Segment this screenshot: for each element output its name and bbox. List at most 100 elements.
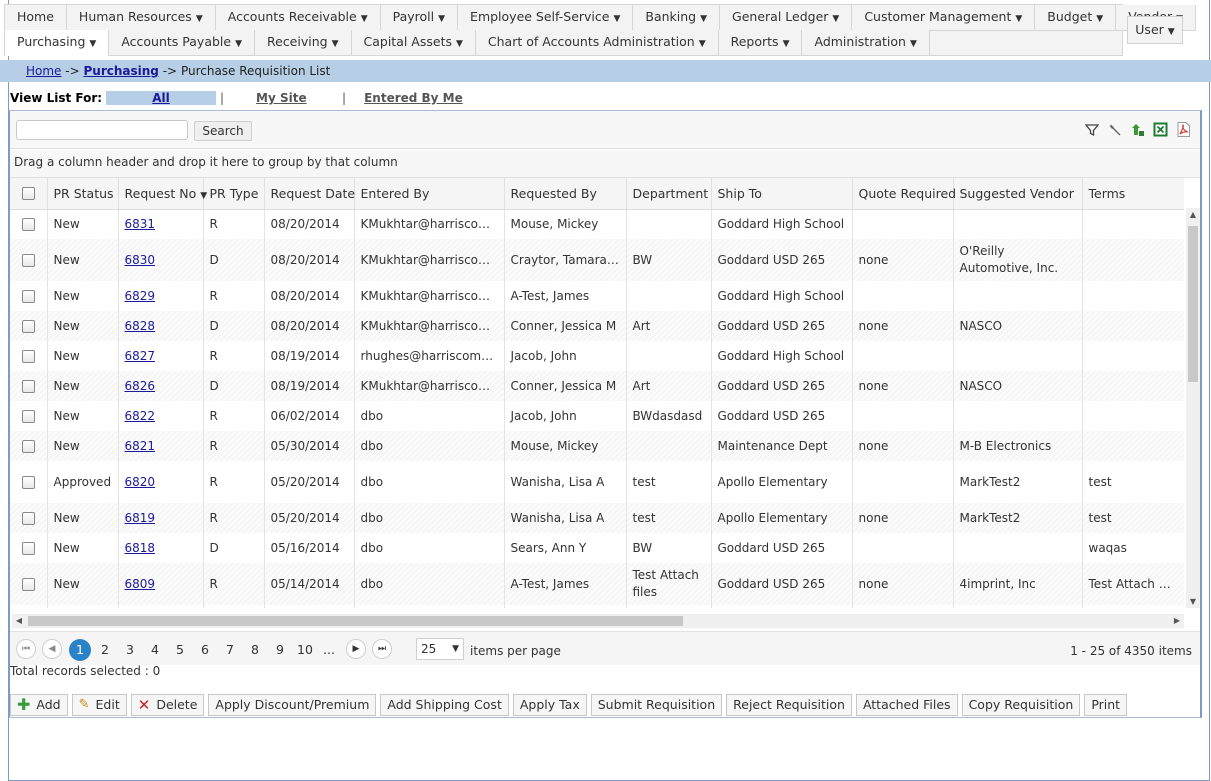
row-checkbox[interactable] — [21, 217, 35, 231]
row-checkbox[interactable] — [21, 319, 35, 333]
request-no-link[interactable]: 6819 — [125, 511, 156, 525]
items-per-page-select[interactable]: 25 ▼ — [416, 638, 464, 660]
column-header-entered-by[interactable]: Entered By — [354, 178, 505, 210]
menu-item-employee-self-service[interactable]: Employee Self-Service ▼ — [458, 5, 634, 31]
menu-item-chart-of-accounts-administration[interactable]: Chart of Accounts Administration ▼ — [475, 30, 719, 56]
scroll-up-icon[interactable]: ▲ — [1186, 210, 1200, 219]
view-entered-by-me-link[interactable]: Entered By Me — [364, 91, 463, 105]
apply-tax-button[interactable]: Apply Tax — [512, 694, 587, 716]
column-header-department[interactable]: Department — [626, 178, 712, 210]
vertical-scroll-thumb[interactable] — [1188, 226, 1198, 382]
table-row[interactable]: New 6821 R 05/30/2014 dbo Mouse, Mickey Mainte… — [10, 431, 1184, 461]
filter-icon[interactable] — [1083, 121, 1100, 138]
print-button[interactable]: Print — [1084, 694, 1128, 716]
menu-item-human-resources[interactable]: Human Resources ▼ — [66, 5, 216, 31]
column-header-pr-status[interactable]: PR Status — [47, 178, 119, 210]
table-row[interactable]: New 6822 R 06/02/2014 dbo Jacob, John BWdasdas… — [10, 401, 1184, 431]
breadcrumb-home-link[interactable]: Home — [26, 64, 61, 78]
excel-export-icon[interactable] — [1152, 121, 1169, 138]
menu-item-receiving[interactable]: Receiving ▼ — [255, 30, 352, 56]
column-header-pr-type[interactable]: PR Type — [203, 178, 265, 210]
select-all-column-header[interactable] — [10, 178, 48, 210]
request-no-link[interactable]: 6831 — [125, 217, 156, 231]
request-no-link[interactable]: 6829 — [125, 289, 156, 303]
scroll-left-icon[interactable]: ◀ — [12, 616, 26, 625]
group-by-drop-area[interactable]: Drag a column header and drop it here to… — [10, 150, 1200, 178]
row-checkbox[interactable] — [21, 541, 35, 555]
column-header-quote-required[interactable]: Quote Required — [852, 178, 956, 210]
view-my-site-link[interactable]: My Site — [256, 91, 338, 105]
column-header-suggested-vendor[interactable]: Suggested Vendor — [953, 178, 1083, 210]
add-button[interactable]: ✚ Add — [10, 694, 68, 716]
menu-item-customer-management[interactable]: Customer Management ▼ — [852, 5, 1036, 31]
row-checkbox[interactable] — [21, 511, 35, 525]
previous-page-icon[interactable]: ◀ — [42, 639, 62, 659]
page-number-button[interactable]: 5 — [169, 639, 191, 661]
column-header-request-no[interactable]: Request No ▼ — [118, 178, 207, 210]
request-no-link[interactable]: 6828 — [125, 319, 156, 333]
request-no-link[interactable]: 6821 — [125, 439, 156, 453]
column-header-requested-by[interactable]: Requested By — [504, 178, 627, 210]
menu-item-payroll[interactable]: Payroll ▼ — [380, 5, 459, 31]
copy-requisition-button[interactable]: Copy Requisition — [961, 694, 1081, 716]
menu-item-banking[interactable]: Banking ▼ — [633, 5, 721, 31]
request-no-link[interactable]: 6809 — [125, 577, 156, 591]
menu-item-budget[interactable]: Budget ▼ — [1035, 5, 1117, 31]
scroll-down-icon[interactable]: ▼ — [1186, 597, 1200, 606]
delete-button[interactable]: ✕ Delete — [130, 694, 205, 716]
apply-discount-premium-button[interactable]: Apply Discount/Premium — [208, 694, 377, 716]
wrench-icon[interactable] — [1106, 121, 1123, 138]
first-page-icon[interactable]: ⏮ — [16, 639, 36, 659]
table-row[interactable]: School Datebook...This is t... — [10, 605, 1184, 608]
menu-item-general-ledger[interactable]: General Ledger ▼ — [720, 5, 853, 31]
menu-item-accounts-receivable[interactable]: Accounts Receivable ▼ — [215, 5, 381, 31]
attached-files-button[interactable]: Attached Files — [855, 694, 958, 716]
select-all-checkbox[interactable] — [21, 186, 35, 200]
vertical-scrollbar[interactable]: ▲ ▼ — [1186, 208, 1200, 608]
request-no-link[interactable]: 6826 — [125, 379, 156, 393]
row-checkbox[interactable] — [21, 409, 35, 423]
horizontal-scroll-thumb[interactable] — [28, 616, 683, 626]
edit-button[interactable]: ✎ Edit — [71, 694, 127, 716]
table-row[interactable]: New 6818 D 05/16/2014 dbo Sears, Ann Y BW Godda… — [10, 533, 1184, 563]
next-page-icon[interactable]: ▶ — [346, 639, 366, 659]
menu-item-purchasing[interactable]: Purchasing ▼ — [5, 30, 110, 56]
menu-item-reports[interactable]: Reports ▼ — [718, 30, 803, 56]
request-no-link[interactable]: 6820 — [125, 475, 156, 489]
table-row[interactable]: New 6827 R 08/19/2014 rhughes@harriscompu...… — [10, 341, 1184, 371]
row-checkbox[interactable] — [21, 289, 35, 303]
add-shipping-cost-button[interactable]: Add Shipping Cost — [380, 694, 509, 716]
menu-item-accounts-payable[interactable]: Accounts Payable ▼ — [109, 30, 255, 56]
breadcrumb-purchasing-link[interactable]: Purchasing — [83, 64, 158, 78]
page-number-button[interactable]: 7 — [219, 639, 241, 661]
page-number-button[interactable]: 6 — [194, 639, 216, 661]
table-row[interactable]: Approved 6820 R 05/20/2014 dbo Wanisha, Lisa … — [10, 461, 1184, 503]
menu-item-administration[interactable]: Administration ▼ — [802, 30, 930, 56]
page-number-button[interactable]: 8 — [244, 639, 266, 661]
table-row[interactable]: New 6829 R 08/20/2014 KMukhtar@harriscomp...… — [10, 281, 1184, 311]
menu-item-home[interactable]: Home — [5, 5, 67, 31]
request-no-link[interactable]: 6827 — [125, 349, 156, 363]
table-row[interactable]: New 6830 D 08/20/2014 KMukhtar@harriscomp...… — [10, 239, 1184, 281]
view-all-link[interactable]: All — [106, 91, 216, 105]
horizontal-scrollbar[interactable]: ◀ ▶ — [12, 614, 1184, 628]
row-checkbox[interactable] — [21, 577, 35, 591]
page-number-button[interactable]: 2 — [94, 639, 116, 661]
search-button[interactable]: Search — [194, 121, 252, 141]
more-pages-button[interactable]: ... — [318, 639, 340, 661]
scroll-right-icon[interactable]: ▶ — [1170, 616, 1184, 625]
table-row[interactable]: New 6809 R 05/14/2014 dbo A-Test, James Test A… — [10, 563, 1184, 605]
column-header-terms[interactable]: Terms — [1082, 178, 1184, 210]
page-number-button[interactable]: 3 — [119, 639, 141, 661]
table-row[interactable]: New 6828 D 08/20/2014 KMukhtar@harriscomp...… — [10, 311, 1184, 341]
table-row[interactable]: New 6819 R 05/20/2014 dbo Wanisha, Lisa Atest… — [10, 503, 1184, 533]
search-input[interactable] — [16, 120, 188, 140]
request-no-link[interactable]: 6818 — [125, 541, 156, 555]
column-header-ship-to[interactable]: Ship To — [711, 178, 853, 210]
page-number-button[interactable]: 4 — [144, 639, 166, 661]
last-page-icon[interactable]: ⏭ — [372, 639, 392, 659]
request-no-link[interactable]: 6822 — [125, 409, 156, 423]
user-menu-button[interactable]: User ▼ — [1127, 16, 1183, 44]
row-checkbox[interactable] — [21, 379, 35, 393]
page-number-button[interactable]: 9 — [269, 639, 291, 661]
